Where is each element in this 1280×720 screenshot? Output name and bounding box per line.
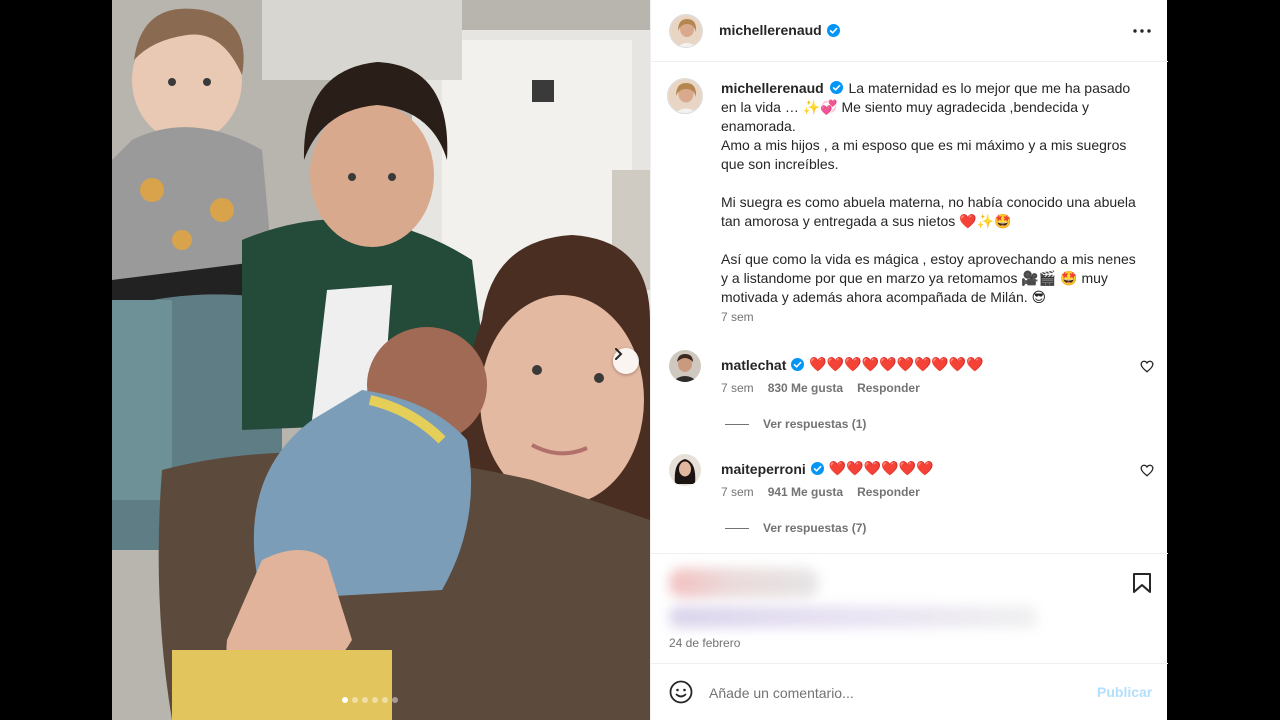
commenter-avatar[interactable] <box>669 454 701 486</box>
verified-badge-icon <box>829 81 843 94</box>
view-replies-button[interactable]: Ver respuestas (1) <box>725 417 866 431</box>
bookmark-icon[interactable] <box>1132 572 1152 594</box>
view-replies-label[interactable]: Ver respuestas (1) <box>763 417 866 431</box>
verified-badge-icon <box>826 23 840 37</box>
carousel-dot <box>342 697 348 703</box>
caption-paragraph: michellerenaud La maternidad es lo mejor… <box>721 79 1141 136</box>
comment-likes[interactable]: 941 Me gusta <box>768 485 843 499</box>
letterbox-right <box>1167 0 1280 720</box>
verified-badge-icon <box>791 358 805 371</box>
blurred-action-icons <box>669 568 819 598</box>
carousel-dot <box>352 697 358 703</box>
comment-meta: 7 sem 941 Me gusta Responder <box>721 485 920 499</box>
author-username[interactable]: michellerenaud <box>719 22 822 38</box>
comment-text: ❤️❤️❤️❤️❤️❤️❤️❤️❤️❤️ <box>809 356 984 372</box>
comment-input[interactable] <box>709 682 1069 704</box>
reply-button[interactable]: Responder <box>857 485 920 499</box>
caption-line-2: Amo a mis hijos , a mi esposo que es mi … <box>721 137 1127 172</box>
replies-divider <box>725 423 749 425</box>
caption-line-4: Mi suegra es como abuela materna, no hab… <box>721 194 1136 229</box>
carousel-dots <box>342 697 398 703</box>
chevron-right-icon <box>615 348 623 360</box>
commenter-username[interactable]: matlechat <box>721 357 786 373</box>
commenter-username[interactable]: maiteperroni <box>721 461 806 477</box>
reply-button[interactable]: Responder <box>857 381 920 395</box>
post-detail-panel: michellerenaud michellerenaud La materni… <box>650 0 1168 720</box>
add-comment-bar: Publicar <box>651 663 1168 720</box>
more-options-icon <box>1133 29 1151 33</box>
heart-icon[interactable] <box>1140 464 1154 477</box>
post-photo[interactable] <box>112 0 650 720</box>
carousel-dot <box>392 697 398 703</box>
blurred-likes-summary <box>669 606 1037 628</box>
carousel-next-button[interactable] <box>613 348 639 374</box>
commenter-avatar[interactable] <box>669 350 701 382</box>
comment-meta: 7 sem 830 Me gusta Responder <box>721 381 920 395</box>
post-actions-section: 24 de febrero <box>651 553 1168 663</box>
emoji-icon[interactable] <box>669 680 693 704</box>
verified-badge-icon <box>810 462 824 475</box>
comment-time[interactable]: 7 sem <box>721 381 754 395</box>
letterbox-left <box>0 0 112 720</box>
caption-username[interactable]: michellerenaud <box>721 80 824 96</box>
more-options-button[interactable] <box>1131 20 1153 42</box>
post-caption: michellerenaud La maternidad es lo mejor… <box>721 79 1141 307</box>
author-name[interactable]: michellerenaud <box>719 22 840 38</box>
author-avatar[interactable] <box>669 14 703 48</box>
post-date[interactable]: 24 de febrero <box>669 636 740 650</box>
comment-line: maiteperroni ❤️❤️❤️❤️❤️❤️ <box>721 460 933 477</box>
photo-illustration <box>112 0 650 720</box>
comments-scroll-area[interactable]: michellerenaud La maternidad es lo mejor… <box>651 63 1168 553</box>
post-comment-button[interactable]: Publicar <box>1097 684 1152 700</box>
comment-text: ❤️❤️❤️❤️❤️❤️ <box>828 460 934 476</box>
carousel-dot <box>362 697 368 703</box>
comment-time[interactable]: 7 sem <box>721 485 754 499</box>
caption-timestamp[interactable]: 7 sem <box>721 310 754 324</box>
comment-likes[interactable]: 830 Me gusta <box>768 381 843 395</box>
carousel-dot <box>382 697 388 703</box>
view-replies-label[interactable]: Ver respuestas (7) <box>763 521 866 535</box>
heart-icon[interactable] <box>1140 360 1154 373</box>
comment-line: matlechat ❤️❤️❤️❤️❤️❤️❤️❤️❤️❤️ <box>721 356 984 373</box>
caption-avatar[interactable] <box>667 78 703 114</box>
carousel-dot <box>372 697 378 703</box>
caption-line-6: Así que como la vida es mágica , estoy a… <box>721 251 1136 305</box>
replies-divider <box>725 527 749 529</box>
view-replies-button[interactable]: Ver respuestas (7) <box>725 521 866 535</box>
post-header: michellerenaud <box>651 0 1168 62</box>
